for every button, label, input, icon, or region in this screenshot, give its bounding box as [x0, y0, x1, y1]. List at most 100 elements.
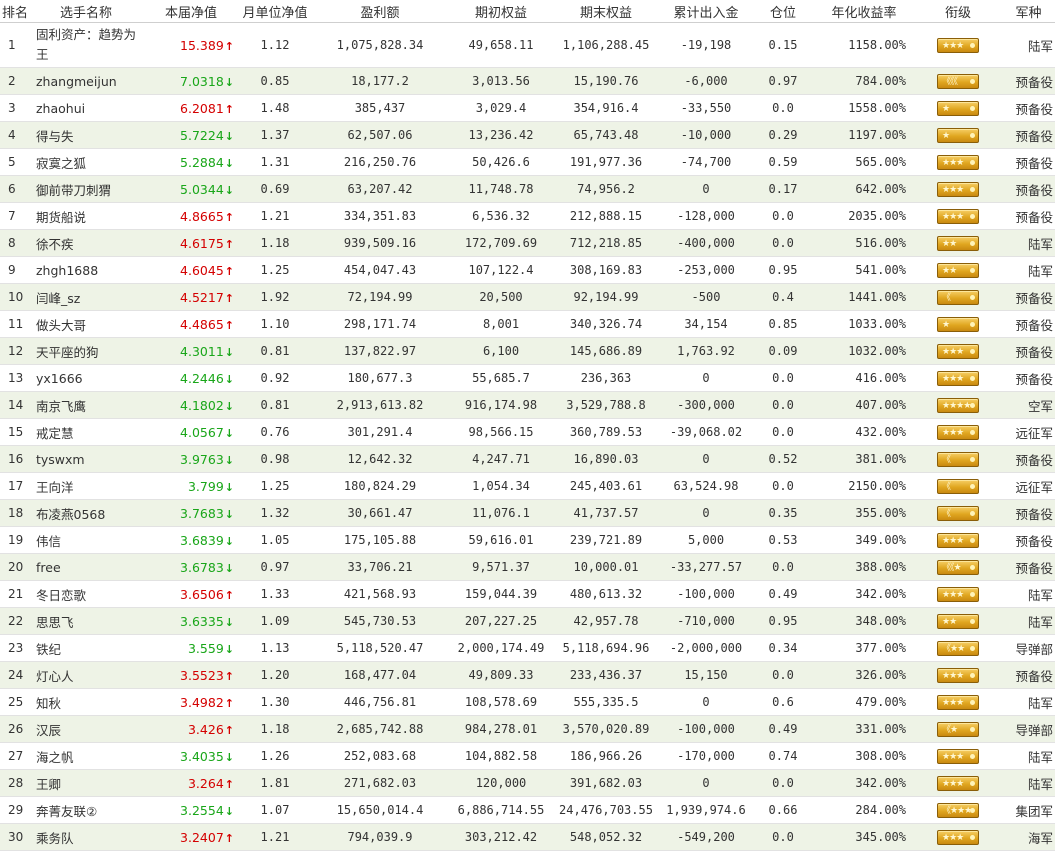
player-name[interactable]: 期货船说 — [30, 202, 142, 230]
net-value-cell: 4.3011↓ — [142, 337, 240, 365]
column-header[interactable]: 选手名称 — [30, 0, 142, 23]
rank-cell: 23 — [0, 634, 30, 662]
player-name-link[interactable]: 固利资产：趋势为王 — [36, 25, 136, 65]
position: 0.0 — [752, 94, 814, 122]
player-name-link[interactable]: 南京飞鹰 — [36, 399, 86, 414]
player-name-link[interactable]: 思思飞 — [36, 615, 74, 630]
column-header[interactable]: 月单位净值 — [240, 0, 310, 23]
player-name[interactable]: 御前带刀刺猬 — [30, 175, 142, 203]
net-value-cell: 3.2407↑ — [142, 823, 240, 851]
column-header[interactable]: 仓位 — [752, 0, 814, 23]
table-row: 6 御前带刀刺猬 5.0344↓ 0.69 63,207.42 11,748.78 74,9… — [0, 175, 1055, 203]
military-branch: 预备役 — [1002, 310, 1055, 338]
player-name-link[interactable]: 奔菁友联② — [36, 804, 97, 819]
player-name[interactable]: 乘务队 — [30, 823, 142, 851]
player-name-link[interactable]: 闫峰_sz — [36, 291, 80, 306]
player-name[interactable]: yx1666 — [30, 364, 142, 392]
profit-amount: 454,047.43 — [310, 256, 450, 284]
player-name[interactable]: 海之帆 — [30, 742, 142, 770]
player-name-link[interactable]: 做头大哥 — [36, 318, 86, 333]
player-name[interactable]: 寂寞之狐 — [30, 148, 142, 176]
rank-badge-icon: ★★★ — [937, 748, 979, 764]
net-value: 3.6839 — [180, 532, 224, 548]
player-name[interactable]: 固利资产：趋势为王 — [30, 22, 142, 68]
arrow-up-icon: ↑ — [224, 291, 234, 305]
column-header[interactable]: 期初权益 — [450, 0, 552, 23]
player-name-link[interactable]: 期货船说 — [36, 210, 86, 225]
unit-value: 0.92 — [240, 364, 310, 392]
rank-cell: 17 — [0, 472, 30, 500]
rank-cell: 9 — [0, 256, 30, 284]
player-name[interactable]: zhangmeijun — [30, 67, 142, 95]
player-name[interactable]: 得与失 — [30, 121, 142, 149]
beginning-equity: 159,044.39 — [450, 580, 552, 608]
player-name-link[interactable]: yx1666 — [36, 371, 83, 386]
player-name-link[interactable]: 御前带刀刺猬 — [36, 183, 111, 198]
column-header[interactable]: 军种 — [1002, 0, 1055, 23]
player-name[interactable]: 天平座的狗 — [30, 337, 142, 365]
player-name-link[interactable]: 布凌燕0568 — [36, 507, 105, 522]
position: 0.0 — [752, 418, 814, 446]
player-name[interactable]: 闫峰_sz — [30, 283, 142, 311]
column-header[interactable]: 本届净值 — [142, 0, 240, 23]
player-name[interactable]: 王卿 — [30, 769, 142, 797]
column-header[interactable]: 衔级 — [914, 0, 1002, 23]
player-name[interactable]: 奔菁友联② — [30, 796, 142, 824]
table-row: 17 王向洋 3.799↓ 1.25 180,824.29 1,054.34 245,403… — [0, 472, 1055, 500]
player-name-link[interactable]: 伟信 — [36, 534, 61, 549]
player-name-link[interactable]: 冬日恋歌 — [36, 588, 86, 603]
military-branch: 预备役 — [1002, 148, 1055, 176]
column-header[interactable]: 年化收益率 — [814, 0, 914, 23]
player-name[interactable]: free — [30, 553, 142, 581]
player-name-link[interactable]: 铁纪 — [36, 642, 61, 657]
player-name[interactable]: 灯心人 — [30, 661, 142, 689]
player-name[interactable]: zhgh1688 — [30, 256, 142, 284]
player-name[interactable]: 做头大哥 — [30, 310, 142, 338]
table-row: 18 布凌燕0568 3.7683↓ 1.32 30,661.47 11,076.1 41,… — [0, 499, 1055, 527]
player-name[interactable]: 冬日恋歌 — [30, 580, 142, 608]
player-name-link[interactable]: 徐不疾 — [36, 237, 74, 252]
player-name-link[interactable]: zhgh1688 — [36, 263, 98, 278]
column-header[interactable]: 累计出入金 — [660, 0, 752, 23]
player-name[interactable]: 南京飞鹰 — [30, 391, 142, 419]
player-name-link[interactable]: 寂寞之狐 — [36, 156, 86, 171]
beginning-equity: 11,076.1 — [450, 499, 552, 527]
military-branch: 导弹部 — [1002, 715, 1055, 743]
player-name[interactable]: tyswxm — [30, 445, 142, 473]
rank-cell: 16 — [0, 445, 30, 473]
unit-value: 1.18 — [240, 715, 310, 743]
player-name[interactable]: zhaohui — [30, 94, 142, 122]
player-name-link[interactable]: 王向洋 — [36, 480, 74, 495]
player-name-link[interactable]: free — [36, 560, 61, 575]
column-header[interactable]: 盈利额 — [310, 0, 450, 23]
player-name-link[interactable]: 乘务队 — [36, 831, 74, 846]
ending-equity: 391,682.03 — [552, 769, 660, 797]
net-value: 4.0567 — [180, 424, 224, 440]
player-name[interactable]: 铁纪 — [30, 634, 142, 662]
player-name-link[interactable]: 天平座的狗 — [36, 345, 99, 360]
profit-amount: 298,171.74 — [310, 310, 450, 338]
player-name-link[interactable]: 汉辰 — [36, 723, 61, 738]
player-name-link[interactable]: 戒定慧 — [36, 426, 74, 441]
player-name[interactable]: 徐不疾 — [30, 229, 142, 257]
player-name-link[interactable]: zhaohui — [36, 101, 85, 116]
player-name-link[interactable]: 海之帆 — [36, 750, 74, 765]
player-name-link[interactable]: 得与失 — [36, 129, 74, 144]
player-name-link[interactable]: zhangmeijun — [36, 74, 117, 89]
player-name[interactable]: 汉辰 — [30, 715, 142, 743]
player-name[interactable]: 王向洋 — [30, 472, 142, 500]
column-header[interactable]: 期末权益 — [552, 0, 660, 23]
unit-value: 0.85 — [240, 67, 310, 95]
player-name-link[interactable]: 知秋 — [36, 696, 61, 711]
player-name[interactable]: 知秋 — [30, 688, 142, 716]
net-value-cell: 4.2446↓ — [142, 364, 240, 392]
player-name[interactable]: 思思飞 — [30, 607, 142, 635]
player-name-link[interactable]: tyswxm — [36, 452, 85, 467]
player-name[interactable]: 布凌燕0568 — [30, 499, 142, 527]
player-name-link[interactable]: 灯心人 — [36, 669, 74, 684]
player-name[interactable]: 戒定慧 — [30, 418, 142, 446]
player-name-link[interactable]: 王卿 — [36, 777, 61, 792]
annual-return: 479.00% — [814, 688, 914, 716]
player-name[interactable]: 伟信 — [30, 526, 142, 554]
column-header[interactable]: 排名 — [0, 0, 30, 23]
